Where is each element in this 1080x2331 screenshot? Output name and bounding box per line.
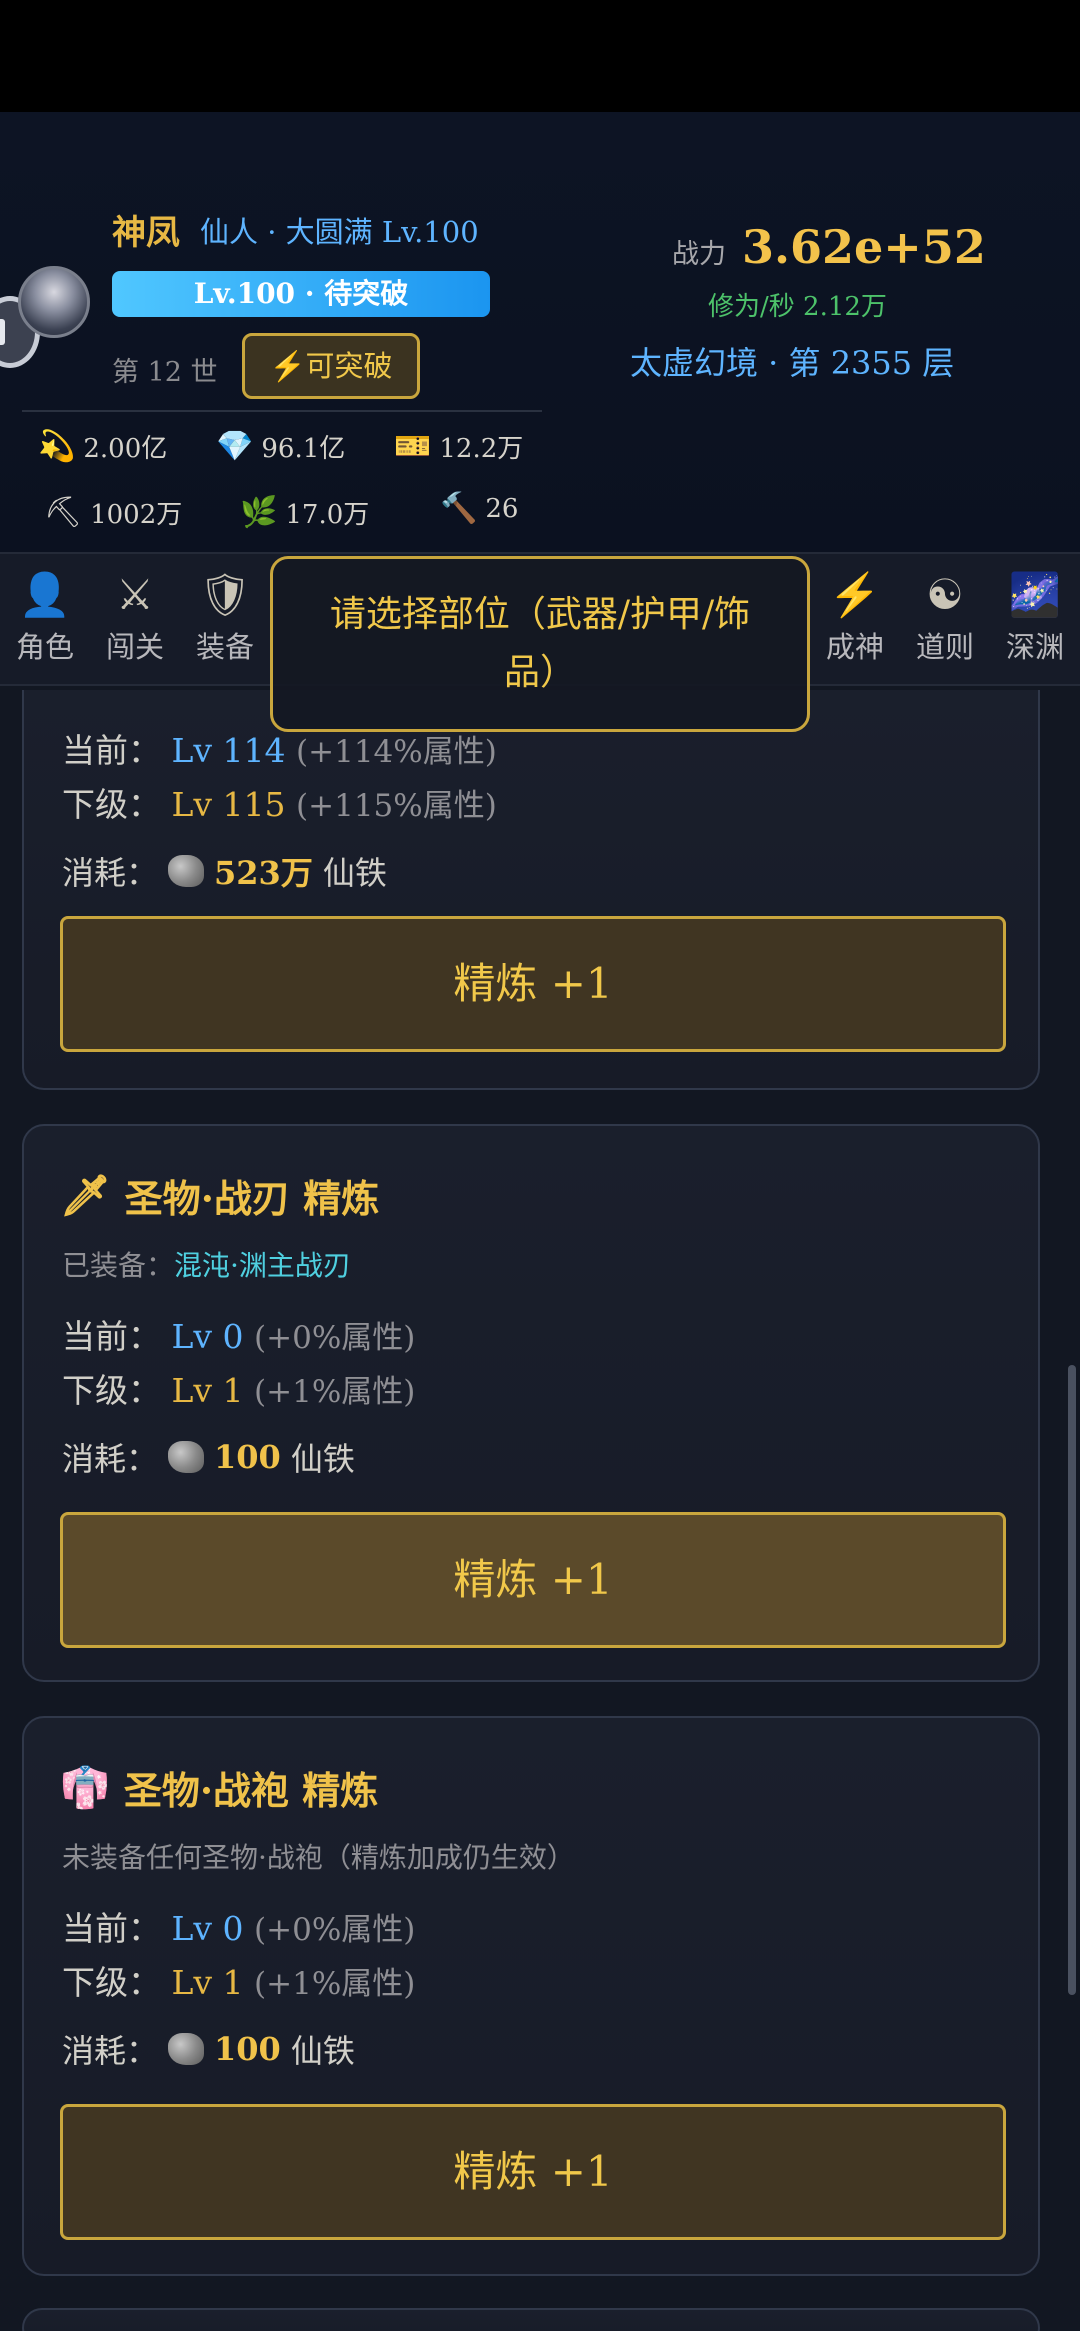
tab-label: 角色 — [15, 630, 74, 664]
pickaxe-icon: ⛏ — [44, 494, 83, 530]
ticket-icon: 🎫 — [394, 428, 432, 464]
cost-row: 消耗： 523万 仙铁 — [62, 854, 387, 892]
card-title: 👘 圣物·战袍 精炼 — [60, 1764, 379, 1813]
refine-button[interactable]: 精炼 +1 — [60, 2104, 1006, 2240]
resource-value: 12.2万 — [439, 434, 524, 464]
scrollbar[interactable] — [1068, 1365, 1076, 1995]
ore-icon — [168, 855, 205, 887]
resource-coin: 💫 2.00亿 — [38, 428, 167, 465]
tab-equipment[interactable]: 🛡 装备 — [180, 570, 270, 666]
breakthrough-button[interactable]: ⚡可突破 — [242, 333, 420, 399]
galaxy-icon: 🌌 — [1008, 570, 1062, 619]
diamond-icon: 💎 — [216, 428, 254, 464]
resource-value: 26 — [485, 494, 519, 524]
ore-icon — [168, 1441, 205, 1473]
resource-diamond: 💎 96.1亿 — [216, 428, 345, 465]
player-name: 神凤 — [112, 213, 180, 253]
cultivation-rate: 修为/秒 2.12万 — [708, 292, 887, 322]
toast-message: 请选择部位（武器/护甲/饰品） — [270, 556, 810, 732]
coin-icon: 💫 — [38, 428, 76, 464]
shield-icon: 🛡 — [198, 570, 252, 619]
status-bar — [0, 0, 1080, 112]
current-level-row: 当前： Lv 0 (+0%属性) — [62, 1317, 416, 1356]
player-realm: 仙人 · 大圆满 Lv.100 — [200, 215, 479, 249]
ore-icon — [168, 2033, 205, 2065]
resource-herb: 🌿 17.0万 — [240, 494, 369, 531]
breakthrough-label: 可突破 — [305, 349, 393, 383]
tab-label: 道则 — [915, 630, 974, 664]
next-level-row: 下级： Lv 1 (+1%属性) — [62, 1371, 416, 1410]
resource-value: 17.0万 — [285, 500, 370, 530]
equipped-info: 已装备：混沌·渊主战刃 — [62, 1249, 351, 1282]
refine-card: 当前： Lv 114 (+114%属性) 下级： Lv 115 (+115%属性… — [22, 690, 1040, 1090]
power-label: 战力 — [672, 239, 726, 270]
lightning-icon: ⚡ — [269, 349, 306, 383]
current-level-row: 当前： Lv 0 (+0%属性) — [62, 1909, 416, 1948]
hammer-icon: 🔨 — [440, 491, 478, 526]
tab-label: 装备 — [195, 630, 254, 664]
sword-icon: 🗡 — [60, 1172, 111, 1219]
person-icon: 👤 — [18, 570, 72, 619]
tab-dao[interactable]: ☯ 道则 — [900, 570, 990, 666]
refine-card-next — [22, 2308, 1040, 2331]
player-header — [0, 112, 1080, 552]
cost-row: 消耗： 100 仙铁 — [62, 1438, 355, 1478]
resource-hammer: 🔨 26 — [440, 491, 519, 526]
generation-label: 第 12 世 — [112, 357, 218, 388]
refine-card-blade: 🗡 圣物·战刃 精炼 已装备：混沌·渊主战刃 当前： Lv 0 (+0%属性) … — [22, 1124, 1040, 1682]
refine-button[interactable]: 精炼 +1 — [60, 1512, 1006, 1648]
robe-icon: 👘 — [60, 1764, 110, 1811]
card-title: 🗡 圣物·战刃 精炼 — [60, 1172, 380, 1221]
tab-label: 深渊 — [1005, 630, 1064, 664]
resource-ticket: 🎫 12.2万 — [394, 428, 523, 465]
divider — [22, 410, 542, 412]
level-bar: Lv.100 · 待突破 — [112, 271, 490, 317]
refine-button[interactable]: 精炼 +1 — [60, 916, 1006, 1052]
cost-row: 消耗： 100 仙铁 — [62, 2030, 355, 2070]
tab-ascend[interactable]: ⚡ 成神 — [810, 570, 900, 666]
lightning-icon: ⚡ — [828, 570, 882, 619]
resource-pickaxe: ⛏ 1002万 — [44, 494, 182, 531]
avatar[interactable] — [18, 266, 90, 338]
tab-label: 闯关 — [105, 630, 164, 664]
refine-card-robe: 👘 圣物·战袍 精炼 未装备任何圣物·战袍（精炼加成仍生效） 当前： Lv 0 … — [22, 1716, 1040, 2276]
tab-challenge[interactable]: ⚔ 闯关 — [90, 570, 180, 666]
resource-value: 1002万 — [90, 500, 183, 530]
herb-icon: 🌿 — [240, 494, 278, 530]
stage-label: 太虚幻境 · 第 2355 层 — [630, 344, 955, 382]
resource-value: 2.00亿 — [83, 434, 168, 464]
yin-yang-icon: ☯ — [926, 570, 964, 619]
tab-label: 成神 — [825, 630, 884, 664]
power-value: 3.62e+52 — [742, 220, 986, 274]
tab-character[interactable]: 👤 角色 — [0, 570, 90, 666]
next-level-row: 下级： Lv 115 (+115%属性) — [62, 785, 497, 824]
resource-value: 96.1亿 — [261, 434, 346, 464]
equipped-info: 未装备任何圣物·战袍（精炼加成仍生效） — [62, 1841, 575, 1874]
tab-abyss[interactable]: 🌌 深渊 — [990, 570, 1080, 666]
swords-icon: ⚔ — [116, 570, 154, 619]
next-level-row: 下级： Lv 1 (+1%属性) — [62, 1963, 416, 2002]
